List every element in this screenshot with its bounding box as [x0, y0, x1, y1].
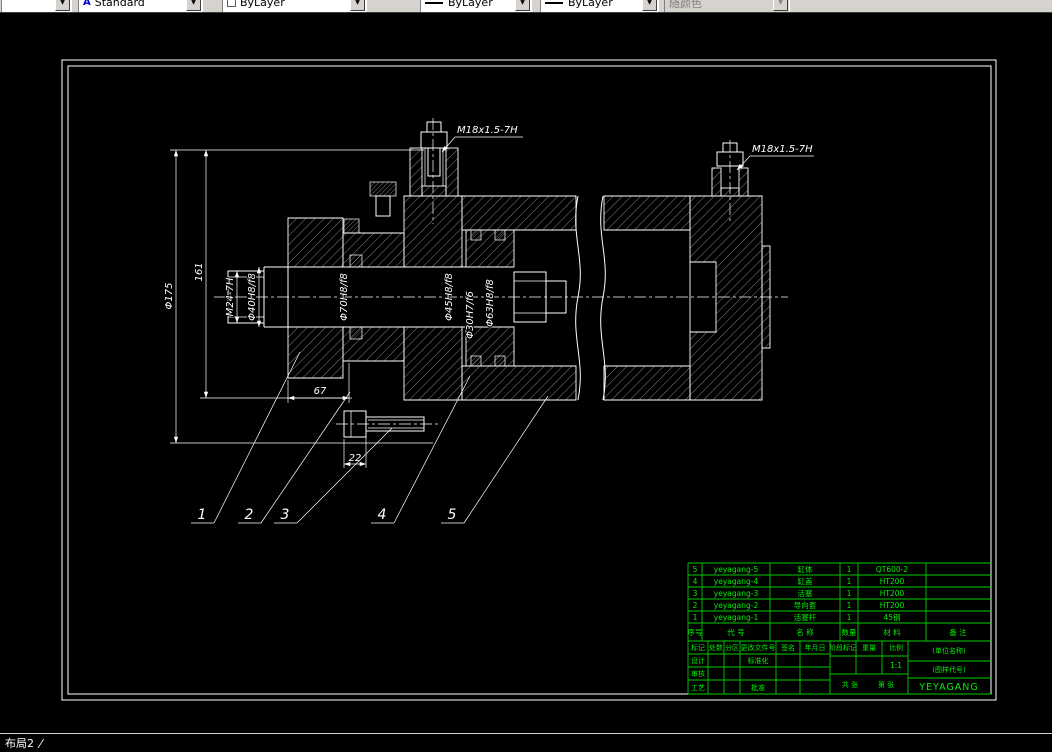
dim-rod-thread: M24-7H: [225, 277, 236, 316]
color-dropdown[interactable]: ByLayer ▼: [222, 0, 367, 12]
linetype-dropdown[interactable]: ByLayer ▼: [420, 0, 532, 12]
plot-style-dropdown: 随颜色 ▼: [664, 0, 790, 12]
balloon-5: 5: [448, 507, 457, 523]
header-no: 序号: [688, 627, 703, 637]
header-qty: 数量: [842, 627, 857, 637]
balloon-3: 3: [281, 507, 290, 523]
field-stage-mark: 阶段标记: [829, 643, 857, 652]
field-standardize: 标准化: [748, 656, 769, 665]
part-material: HT200: [880, 577, 905, 586]
header-note: 备 注: [949, 627, 967, 637]
dim-length-67: 67: [314, 386, 327, 397]
chevron-down-icon[interactable]: ▼: [350, 0, 365, 11]
balloon-1: 1: [198, 507, 207, 523]
part-no: 3: [693, 589, 698, 598]
tab-separator: /: [36, 736, 45, 750]
application-window: Φ175 161 67 22 M24-7H Φ40H8/f8 Φ70H8/f8 …: [0, 0, 1052, 752]
chevron-down-icon[interactable]: ▼: [55, 0, 70, 11]
field-design: 设计: [691, 656, 705, 665]
field-weight: 重量: [862, 644, 876, 652]
lineweight-value: ByLayer: [568, 0, 613, 9]
color-value: ByLayer: [240, 0, 285, 9]
text-style-dropdown[interactable]: A Standard ▼: [78, 0, 203, 12]
part-qty: 1: [847, 565, 852, 574]
part-name: 导向套: [794, 600, 817, 610]
field-sign: 签名: [781, 643, 795, 652]
field-sheets: 共 张: [842, 680, 858, 689]
layout-tab-bar: 布局2 /: [0, 733, 1052, 752]
plot-style-value: 随颜色: [669, 0, 702, 10]
balloon-4: 4: [378, 507, 387, 523]
part-name: 活塞: [798, 588, 813, 598]
chevron-down-icon[interactable]: ▼: [642, 0, 657, 11]
part-name: 活塞杆: [794, 612, 817, 622]
part-no: 2: [693, 601, 698, 610]
field-drawing-no: (图样代号): [932, 665, 966, 674]
part-qty: 1: [847, 613, 852, 622]
balloon-2: 2: [245, 507, 254, 523]
part-material: QT600-2: [876, 565, 909, 574]
lineweight-dropdown[interactable]: ByLayer ▼: [540, 0, 659, 12]
part-material: HT200: [880, 589, 905, 598]
drawing-title: YEYAGANG: [918, 682, 979, 693]
dim-cushion-fit: Φ30H7/f6: [465, 291, 476, 339]
part-no: 4: [693, 577, 698, 586]
header-material: 材 料: [883, 627, 901, 637]
layer-dropdown[interactable]: ▼: [1, 0, 72, 12]
layout-tab[interactable]: 布局2: [5, 735, 34, 751]
text-style-icon: A: [83, 0, 91, 8]
part-no: 1: [693, 613, 698, 622]
part-no: 5: [693, 565, 698, 574]
field-change-doc: 更改文件号: [741, 643, 776, 652]
field-mark: 标记: [691, 643, 705, 652]
field-approve: 批准: [751, 683, 765, 692]
header-code: 代 号: [727, 627, 744, 637]
part-material: HT200: [880, 601, 905, 610]
field-scale-label: 比例: [889, 643, 903, 652]
dim-seal-fit: Φ45H8/f8: [444, 273, 455, 321]
drawing-canvas[interactable]: Φ175 161 67 22 M24-7H Φ40H8/f8 Φ70H8/f8 …: [0, 0, 1052, 752]
part-code: yeyagang-3: [714, 589, 759, 598]
field-count: 处数: [709, 643, 723, 652]
dim-flange-dia: Φ175: [164, 283, 175, 310]
field-sheet-no: 第 张: [878, 680, 894, 689]
part-name: 缸盖: [798, 576, 813, 586]
field-date: 年月日: [805, 643, 826, 652]
dim-port-thread-right: M18x1.5-7H: [752, 144, 813, 155]
field-check: 审核: [691, 669, 705, 678]
linetype-preview-icon: [425, 1, 443, 4]
part-code: yeyagang-5: [714, 565, 759, 574]
chevron-down-icon[interactable]: ▼: [186, 0, 201, 11]
top-toolbar: ▼ A Standard ▼ ByLayer ▼ ByLayer ▼ ByLay…: [0, 0, 1052, 13]
color-swatch-icon: [227, 0, 236, 7]
dim-length-161: 161: [194, 262, 205, 281]
scale-value: 1:1: [890, 661, 902, 670]
dim-length-22: 22: [349, 453, 362, 464]
text-style-value: Standard: [94, 0, 145, 9]
part-qty: 1: [847, 577, 852, 586]
part-code: yeyagang-2: [714, 601, 759, 610]
lineweight-preview-icon: [545, 1, 563, 4]
part-code: yeyagang-4: [714, 577, 759, 586]
part-qty: 1: [847, 601, 852, 610]
dim-bore-fit: Φ63H8/f8: [485, 279, 496, 327]
dim-port-thread-top: M18x1.5-7H: [457, 125, 518, 136]
dim-rod-fit: Φ40H8/f8: [247, 273, 258, 321]
field-zone: 分区: [725, 643, 739, 652]
header-name: 名 称: [796, 627, 814, 637]
parts-row-5: 5 yeyagang-5 缸体 1 QT600-2: [693, 564, 909, 574]
field-company: (单位名称): [932, 646, 966, 655]
linetype-value: ByLayer: [448, 0, 493, 9]
field-process: 工艺: [691, 684, 705, 692]
part-code: yeyagang-1: [714, 613, 759, 622]
chevron-down-icon[interactable]: ▼: [515, 0, 530, 11]
part-material: 45钢: [883, 612, 900, 622]
part-qty: 1: [847, 589, 852, 598]
chevron-down-icon: ▼: [773, 0, 788, 11]
part-name: 缸体: [798, 564, 813, 574]
dim-gland-fit: Φ70H8/f8: [339, 273, 350, 321]
